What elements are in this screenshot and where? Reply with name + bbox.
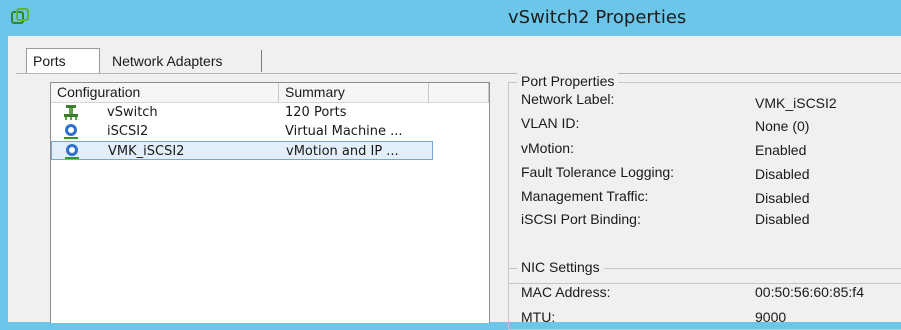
column-header-summary[interactable]: Summary xyxy=(279,83,429,102)
port-properties-group: Port Properties Network Label: VMK_iSCSI… xyxy=(508,73,901,284)
mac-address-label: MAC Address: xyxy=(521,284,611,300)
column-header-extra[interactable] xyxy=(429,83,489,102)
vswitch-icon xyxy=(63,104,79,121)
mtu-value: 9000 xyxy=(755,309,787,325)
vmkernel-port-icon xyxy=(64,143,80,160)
port-properties-legend: Port Properties xyxy=(517,73,619,89)
vmotion-label: vMotion: xyxy=(521,140,574,156)
port-group-icon xyxy=(63,123,79,140)
management-traffic-value: Disabled xyxy=(755,190,810,206)
list-item-summary: vMotion and IP ... xyxy=(286,144,399,159)
fault-tolerance-logging-value: Disabled xyxy=(755,166,810,182)
list-item[interactable]: vSwitch 120 Ports xyxy=(51,103,433,122)
mtu-label: MTU: xyxy=(521,309,556,325)
list-item-summary: Virtual Machine ... xyxy=(285,124,403,139)
dialog-body: Ports Network Adapters Configuration Sum… xyxy=(8,36,901,330)
vmware-logo-icon xyxy=(10,7,30,27)
fault-tolerance-logging-label: Fault Tolerance Logging: xyxy=(521,164,675,180)
iscsi-port-binding-label: iSCSI Port Binding: xyxy=(521,211,641,227)
vlan-id-label: VLAN ID: xyxy=(521,115,580,131)
vmotion-value: Enabled xyxy=(755,142,807,158)
list-item-name: iSCSI2 xyxy=(107,124,149,139)
list-item-summary: 120 Ports xyxy=(285,105,347,120)
list-item-name: vSwitch xyxy=(107,105,158,120)
tab-ports[interactable]: Ports xyxy=(26,48,100,74)
management-traffic-label: Management Traffic: xyxy=(521,188,649,204)
nic-settings-group: NIC Settings MAC Address: 00:50:56:60:85… xyxy=(508,259,901,330)
network-label-label: Network Label: xyxy=(521,91,615,107)
nic-settings-legend: NIC Settings xyxy=(517,259,604,275)
list-item-selected[interactable]: VMK_iSCSI2 vMotion and IP ... xyxy=(51,141,433,160)
column-header-configuration[interactable]: Configuration xyxy=(51,83,279,102)
tab-panel-border xyxy=(16,73,901,74)
list-item-name: VMK_iSCSI2 xyxy=(108,144,185,159)
vlan-id-value: None (0) xyxy=(755,118,810,134)
port-list[interactable]: Configuration Summary vSwitch 120 Ports xyxy=(50,82,490,323)
tab-network-adapters[interactable]: Network Adapters xyxy=(106,50,262,72)
network-label-value: VMK_iSCSI2 xyxy=(755,95,837,111)
list-item[interactable]: iSCSI2 Virtual Machine ... xyxy=(51,122,433,141)
iscsi-port-binding-value: Disabled xyxy=(755,211,810,227)
list-header: Configuration Summary xyxy=(51,83,489,103)
mac-address-value: 00:50:56:60:85:f4 xyxy=(755,284,864,300)
title-bar: vSwitch2 Properties xyxy=(0,0,901,36)
window-title: vSwitch2 Properties xyxy=(508,7,687,28)
